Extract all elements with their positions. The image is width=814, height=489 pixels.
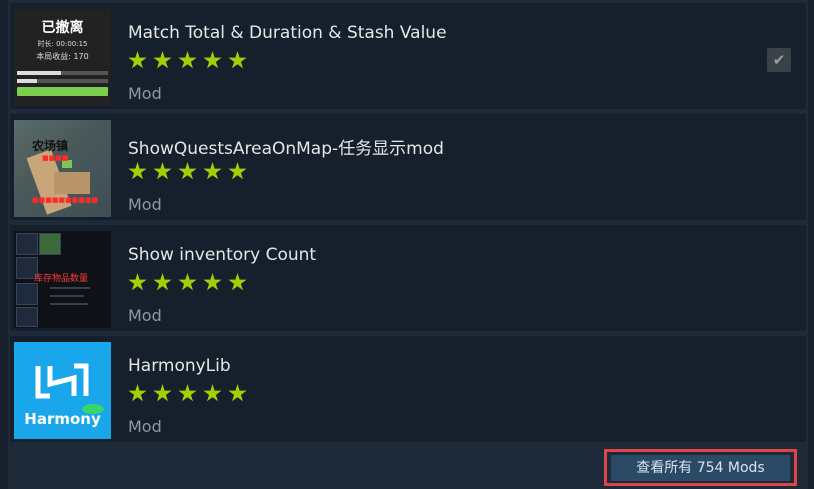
view-all-mods-button[interactable]: 查看所有 754 Mods [611,454,790,481]
thumbnail-progress-bar [17,71,108,75]
rating-stars [128,51,253,74]
mod-type: Mod [128,84,162,103]
star-icon [228,51,247,69]
star-icon [128,384,147,402]
mod-type: Mod [128,306,162,325]
star-icon [128,162,147,180]
star-icon [153,162,172,180]
mod-thumbnail: 库存物品数量 [14,231,111,328]
thumbnail-headline: 已撤离 [41,20,84,36]
mod-list-item[interactable]: 农场镇 ■■■■ ■■■■■■■■■■ ShowQuestsAreaOnMap-… [10,114,806,220]
thumbnail-harmony-word: Harmony [24,410,101,428]
star-icon [153,51,172,69]
mod-type: Mod [128,417,162,436]
thumbnail-progress-bar [17,79,108,83]
thumbnail-red-label: 库存物品数量 [34,274,89,284]
view-all-highlight: 查看所有 754 Mods [604,449,797,486]
thumbnail-map-label: 农场镇 [32,139,69,153]
star-icon [203,273,222,291]
star-icon [178,51,197,69]
star-icon [203,162,222,180]
mod-title[interactable]: HarmonyLib [128,356,231,376]
star-icon [153,273,172,291]
star-icon [128,273,147,291]
mod-title[interactable]: Show inventory Count [128,245,316,265]
mod-title[interactable]: Match Total & Duration & Stash Value [128,23,447,43]
star-icon [203,51,222,69]
mod-thumbnail: 已撤离 时长: 00:00:15 本局收益: 170 [14,9,111,106]
checkmark-icon[interactable]: ✔ [767,48,791,72]
thumbnail-duration: 时长: 00:00:15 [37,40,88,48]
star-icon [153,384,172,402]
mod-list-item[interactable]: 库存物品数量 Show inventory Count Mod [10,225,806,331]
rating-stars [128,384,253,407]
mod-list-item[interactable]: 已撤离 时长: 00:00:15 本局收益: 170 Match Total &… [10,3,806,109]
star-icon [178,384,197,402]
thumbnail-earnings: 本局收益: 170 [36,52,89,61]
star-icon [128,51,147,69]
star-icon [178,273,197,291]
star-icon [178,162,197,180]
star-icon [228,384,247,402]
mod-thumbnail: 农场镇 ■■■■ ■■■■■■■■■■ [14,120,111,217]
mod-title[interactable]: ShowQuestsAreaOnMap-任务显示mod [128,134,444,159]
mod-thumbnail: Harmony [14,342,111,439]
star-icon [203,384,222,402]
mod-type: Mod [128,195,162,214]
mod-list-item[interactable]: Harmony HarmonyLib Mod [10,336,806,442]
rating-stars [128,273,253,296]
harmony-logo-icon [35,363,89,399]
rating-stars [128,162,253,185]
star-icon [228,273,247,291]
thumbnail-green-button [17,87,108,96]
star-icon [228,162,247,180]
